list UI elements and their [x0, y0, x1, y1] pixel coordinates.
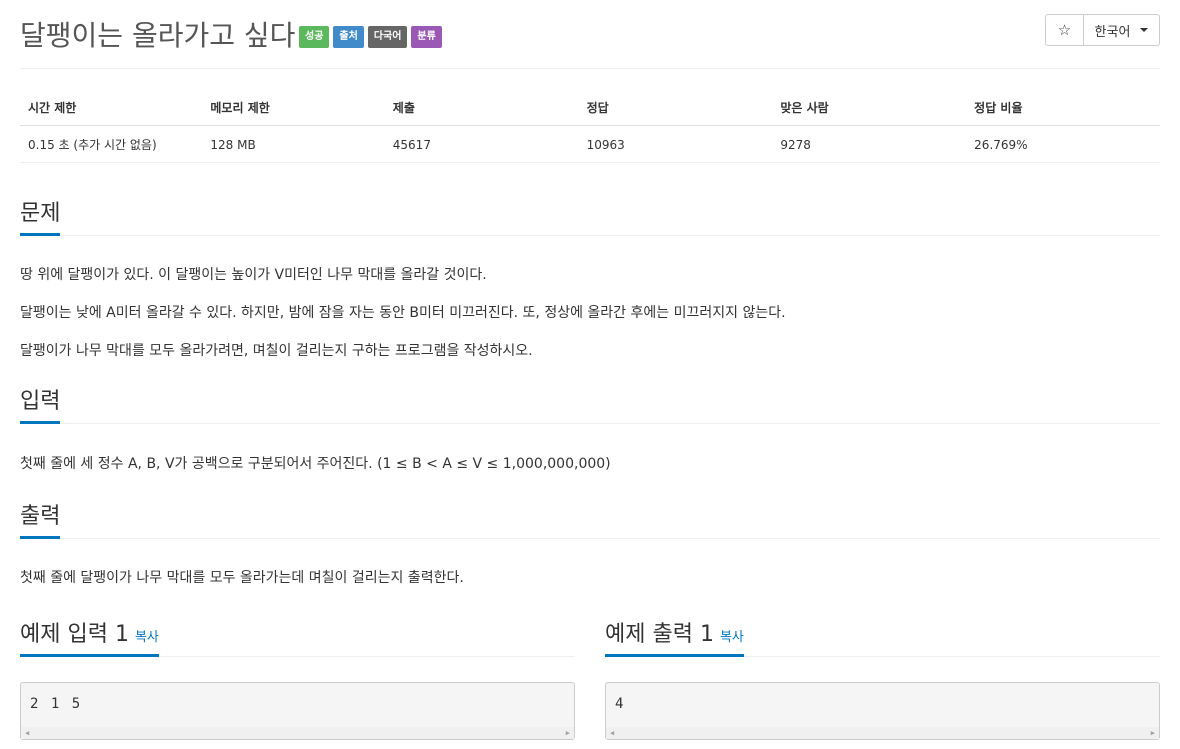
scroll-left-icon[interactable]: ◀ — [610, 729, 614, 737]
sample-output: 예제 출력 1 복사 4 ◀ ▶ — [605, 616, 1160, 740]
scroll-left-icon[interactable]: ◀ — [25, 729, 29, 737]
horizontal-scrollbar[interactable]: ◀ ▶ — [606, 727, 1159, 739]
title-toolbar: ☆ 한국어 — [1045, 14, 1160, 46]
sample-input-heading: 예제 입력 1 복사 — [20, 616, 159, 657]
language-dropdown[interactable]: 한국어 — [1084, 14, 1160, 46]
favorite-button[interactable]: ☆ — [1045, 14, 1084, 46]
value-accept-ratio: 26.769% — [966, 125, 1160, 163]
info-value-row: 0.15 초 (추가 시간 없음) 128 MB 45617 10963 927… — [20, 125, 1160, 163]
input-text: 첫째 줄에 세 정수 A, B, V가 공백으로 구분되어서 주어진다. (1 … — [20, 456, 611, 472]
output-header: 출력 — [20, 498, 1160, 539]
copy-input-button[interactable]: 복사 — [135, 630, 159, 645]
description-header: 문제 — [20, 195, 1160, 236]
sample-output-header: 예제 출력 1 복사 — [605, 616, 1160, 657]
input-body: 첫째 줄에 세 정수 A, B, V가 공백으로 구분되어서 주어진다. (1 … — [20, 424, 1160, 474]
problem-labels: 성공 출처 다국어 분류 — [299, 26, 442, 48]
output-heading: 출력 — [20, 498, 61, 539]
value-accepted: 10963 — [578, 125, 773, 163]
value-solved-users: 9278 — [772, 125, 967, 163]
sample-input-title: 예제 입력 1 — [20, 622, 129, 647]
copy-output-button[interactable]: 복사 — [720, 630, 744, 645]
sample-output-title: 예제 출력 1 — [605, 622, 714, 647]
description-paragraph: 달팽이는 낮에 A미터 올라갈 수 있다. 하지만, 밤에 잠을 자는 동안 B… — [20, 305, 786, 321]
header-solved-users: 맞은 사람 — [772, 91, 967, 126]
header-memory-limit: 메모리 제한 — [202, 91, 385, 126]
sample-output-box[interactable]: 4 ◀ ▶ — [605, 682, 1160, 740]
horizontal-scrollbar[interactable]: ◀ ▶ — [21, 727, 574, 739]
samples-row: 예제 입력 1 복사 2 1 5 ◀ ▶ 예제 출력 1 복사 4 ◀ ▶ — [20, 616, 1160, 740]
output-text: 첫째 줄에 달팽이가 나무 막대를 모두 올라가는데 며칠이 걸리는지 출력한다… — [20, 570, 464, 586]
scroll-right-icon[interactable]: ▶ — [566, 729, 570, 737]
star-icon: ☆ — [1057, 21, 1072, 39]
label-multilang[interactable]: 다국어 — [367, 26, 408, 48]
problem-info-table: 시간 제한 메모리 제한 제출 정답 맞은 사람 정답 비율 0.15 초 (추… — [20, 91, 1160, 163]
description-paragraph: 땅 위에 달팽이가 있다. 이 달팽이는 높이가 V미터인 나무 막대를 올라갈… — [20, 267, 487, 283]
info-header-row: 시간 제한 메모리 제한 제출 정답 맞은 사람 정답 비율 — [20, 91, 1160, 126]
sample-input: 예제 입력 1 복사 2 1 5 ◀ ▶ — [20, 616, 575, 740]
value-memory-limit: 128 MB — [202, 125, 385, 163]
header-submissions: 제출 — [384, 91, 579, 126]
input-heading: 입력 — [20, 383, 61, 424]
language-label: 한국어 — [1094, 24, 1131, 40]
label-success[interactable]: 성공 — [299, 26, 330, 48]
sample-output-heading: 예제 출력 1 복사 — [605, 616, 744, 657]
sample-input-header: 예제 입력 1 복사 — [20, 616, 575, 657]
label-category[interactable]: 분류 — [411, 26, 442, 48]
caret-down-icon — [1140, 28, 1149, 32]
header-time-limit: 시간 제한 — [20, 91, 203, 126]
problem-page: 달팽이는 올라가고 싶다 성공 출처 다국어 분류 ☆ 한국어 시간 제한 메모… — [20, 0, 1160, 740]
title-row: 달팽이는 올라가고 싶다 성공 출처 다국어 분류 ☆ 한국어 — [20, 0, 1160, 69]
sample-input-content: 2 1 5 — [30, 696, 81, 712]
description-heading: 문제 — [20, 195, 61, 236]
output-body: 첫째 줄에 달팽이가 나무 막대를 모두 올라가는데 며칠이 걸리는지 출력한다… — [20, 539, 1160, 588]
header-accepted: 정답 — [578, 91, 773, 126]
label-source[interactable]: 출처 — [333, 26, 364, 48]
value-time-limit: 0.15 초 (추가 시간 없음) — [20, 125, 203, 163]
sample-input-box[interactable]: 2 1 5 ◀ ▶ — [20, 682, 575, 740]
problem-title: 달팽이는 올라가고 싶다 — [20, 19, 296, 52]
input-header: 입력 — [20, 383, 1160, 424]
header-accept-ratio: 정답 비율 — [966, 91, 1160, 126]
description-paragraph: 달팽이가 나무 막대를 모두 올라가려면, 며칠이 걸리는지 구하는 프로그램을… — [20, 343, 533, 359]
value-submissions: 45617 — [384, 125, 579, 163]
sample-output-content: 4 — [615, 696, 624, 712]
description-body: 땅 위에 달팽이가 있다. 이 달팽이는 높이가 V미터인 나무 막대를 올라갈… — [20, 236, 1160, 361]
scroll-right-icon[interactable]: ▶ — [1151, 729, 1155, 737]
